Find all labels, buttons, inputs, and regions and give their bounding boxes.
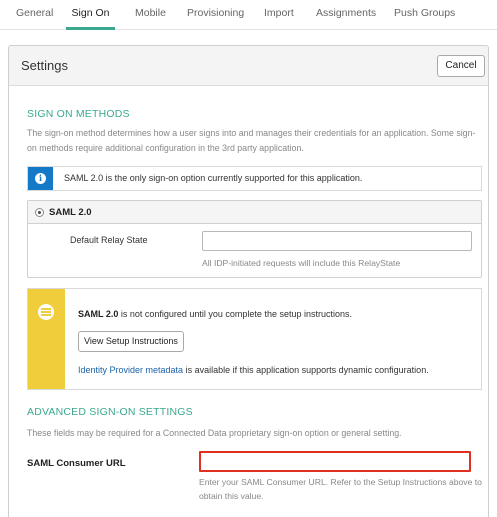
cancel-button[interactable]: Cancel: [437, 55, 485, 77]
info-icon: i: [35, 173, 46, 184]
view-setup-instructions-button[interactable]: View Setup Instructions: [78, 331, 184, 352]
saml-consumer-url-hint: Enter your SAML Consumer URL. Refer to t…: [199, 477, 482, 501]
tab-import[interactable]: Import: [264, 0, 294, 30]
saml-consumer-url-label: SAML Consumer URL: [27, 458, 126, 469]
saml-radio-button[interactable]: [35, 208, 44, 217]
relay-state-input[interactable]: [202, 231, 472, 251]
relay-state-hint: All IDP-initiated requests will include …: [202, 258, 401, 268]
tab-sign-on[interactable]: Sign On: [66, 0, 115, 30]
warning-stripe: [28, 289, 65, 389]
saml-option-header[interactable]: SAML 2.0: [28, 201, 481, 224]
tab-bar: General Sign On Mobile Provisioning Impo…: [0, 0, 497, 30]
metadata-line-suffix: is available if this application support…: [183, 365, 429, 375]
tab-assignments[interactable]: Assignments: [316, 0, 376, 30]
setup-notice-text: is not configured until you complete the…: [118, 309, 352, 319]
saml-option-box: SAML 2.0 Default Relay State All IDP-ini…: [27, 200, 482, 278]
advanced-settings-description: These fields may be required for a Conne…: [27, 428, 402, 438]
relay-state-label: Default Relay State: [70, 235, 148, 245]
info-banner: i SAML 2.0 is the only sign-on option cu…: [27, 166, 482, 191]
metadata-line: Identity Provider metadata is available …: [78, 365, 429, 375]
list-icon: [38, 304, 54, 320]
tab-provisioning[interactable]: Provisioning: [187, 0, 244, 30]
tab-push-groups[interactable]: Push Groups: [394, 0, 455, 30]
sign-on-methods-title: SIGN ON METHODS: [27, 108, 130, 120]
tab-mobile[interactable]: Mobile: [135, 0, 166, 30]
settings-title: Settings: [21, 58, 68, 73]
setup-notice: SAML 2.0 is not configured until you com…: [27, 288, 482, 390]
setup-notice-bold: SAML 2.0: [78, 309, 119, 319]
tab-general[interactable]: General: [16, 0, 53, 30]
sign-on-methods-description: The sign-on method determines how a user…: [27, 128, 476, 153]
saml-consumer-url-input[interactable]: [199, 451, 471, 472]
settings-panel: Settings Cancel SIGN ON METHODS The sign…: [8, 45, 489, 517]
info-icon-cell: i: [28, 167, 53, 190]
idp-metadata-link[interactable]: Identity Provider metadata: [78, 365, 183, 375]
advanced-settings-title: ADVANCED SIGN-ON SETTINGS: [27, 406, 193, 418]
settings-header: Settings Cancel: [9, 46, 488, 86]
setup-notice-message: SAML 2.0 is not configured until you com…: [78, 309, 352, 319]
saml-option-label: SAML 2.0: [49, 207, 92, 218]
info-text: SAML 2.0 is the only sign-on option curr…: [64, 173, 363, 183]
